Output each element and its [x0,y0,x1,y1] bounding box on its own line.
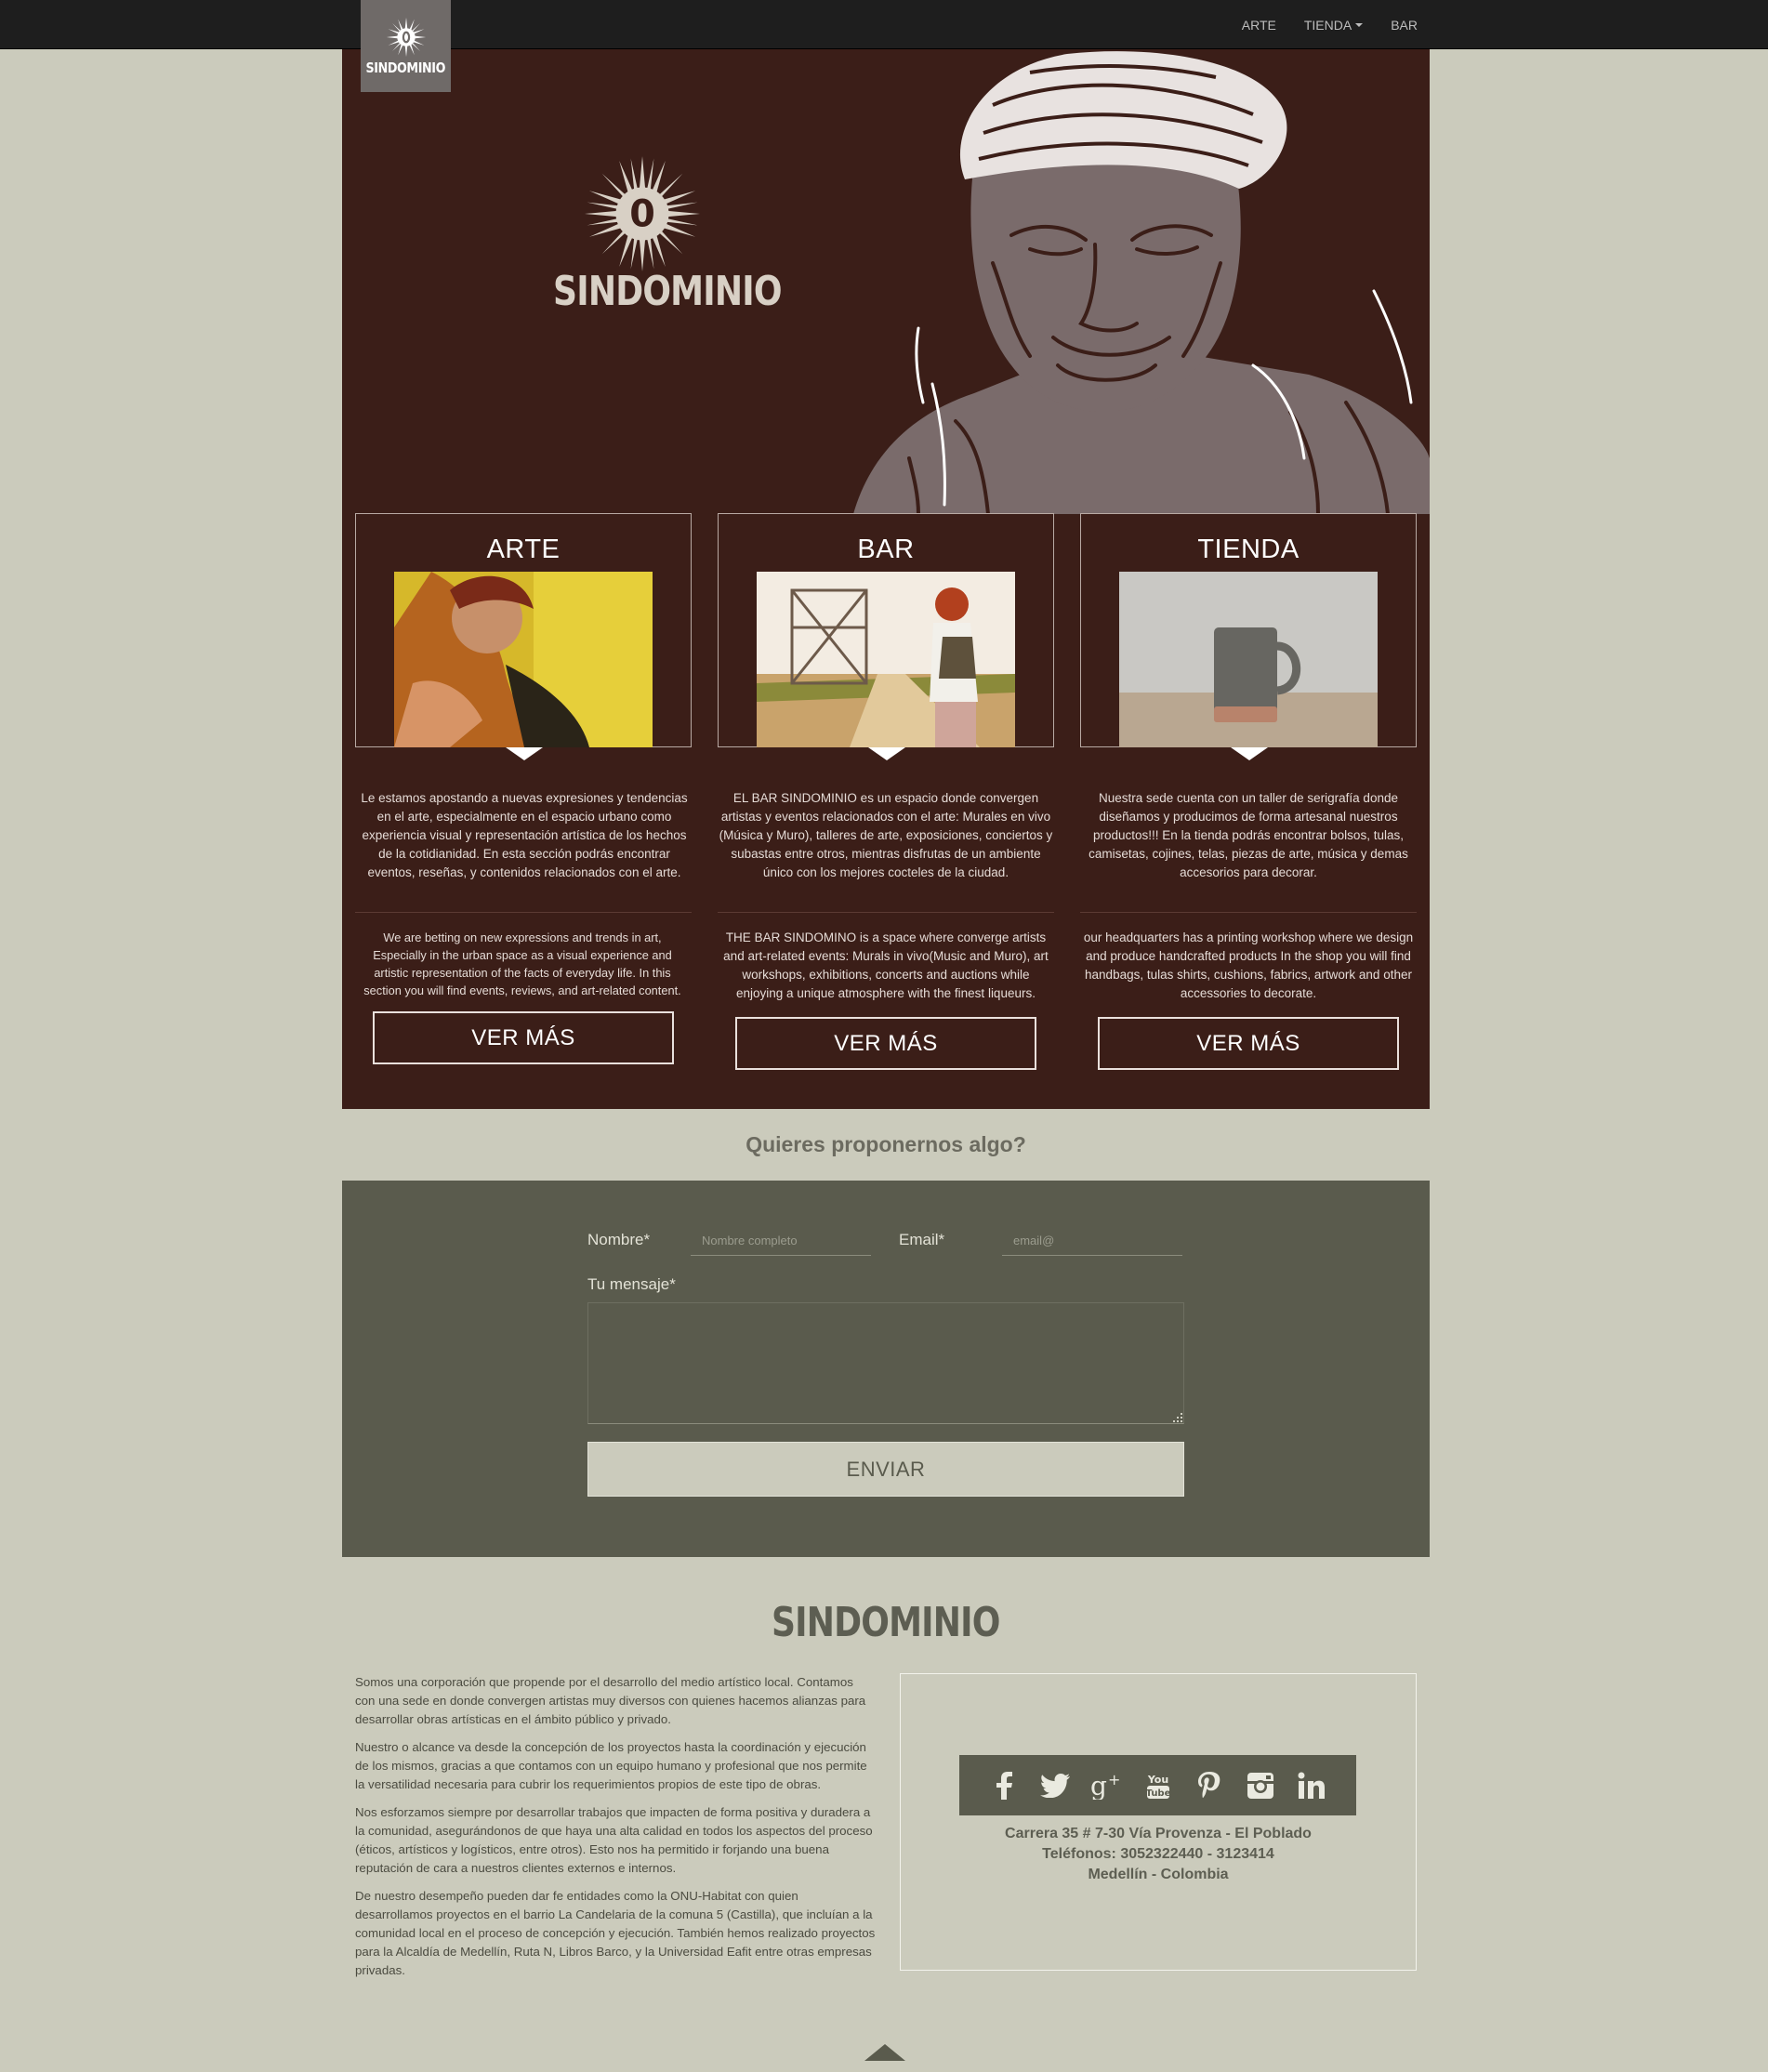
card-arte: ARTE [355,513,692,760]
divider [355,912,692,913]
card-title: ARTE [486,534,561,564]
address-line: Carrera 35 # 7-30 Vía Provenza - El Pobl… [1005,1826,1312,1841]
hero-brand-text: SINDOMINIO [553,268,782,315]
about-paragraph: De nuestro desempeño pueden dar fe entid… [355,1889,876,1977]
card-bar: BAR [718,513,1054,760]
google-plus-icon[interactable]: g + [1090,1770,1122,1801]
card-image-arte[interactable] [394,572,653,747]
card-tienda: TIENDA [1080,513,1417,760]
divider [718,912,1054,913]
painting-image [394,572,653,747]
divider [1080,912,1417,913]
svg-text:Tube: Tube [1145,1788,1170,1799]
city-line: Medellín - Colombia [1088,1867,1229,1882]
svg-text:g: g [1090,1772,1107,1800]
contact-form: Nombre* Email* Tu mensaje* ENVIAR [342,1181,1430,1557]
scroll-to-top-icon[interactable] [864,2044,905,2061]
nav-links: ARTE TIENDA BAR [1242,0,1418,49]
hero-logo: 0 SINDOMINIO [534,156,783,315]
phone-line: Teléfonos: 3052322440 - 3123414 [1042,1846,1274,1862]
tienda-ver-mas-button[interactable]: VER MÁS [1098,1017,1399,1070]
name-label: Nombre* [587,1231,651,1248]
twitter-icon[interactable] [1039,1770,1071,1801]
tienda-text-en: our headquarters has a printing workshop… [1083,930,1414,1000]
girl-road-image [757,572,1015,747]
nav-logo[interactable]: SINDOMINIO [361,0,451,92]
card-pointer [868,747,905,760]
message-label: Tu mensaje* [587,1275,676,1293]
footer-title: SINDOMINIO [342,1599,1430,1646]
submit-button[interactable]: ENVIAR [587,1442,1184,1497]
linkedin-icon[interactable] [1296,1770,1327,1801]
about-paragraph: Nuestro o alcance va desde la concepción… [355,1740,867,1791]
arte-text-en: We are betting on new expressions and tr… [363,930,681,997]
nav-brand-text: SINDOMINIO [365,59,446,76]
man-portrait-illustration [853,51,1430,514]
bar-text-en: THE BAR SINDOMINO is a space where conve… [723,930,1049,1000]
logo-mark: 0 [629,193,655,236]
top-navbar: SINDOMINIO ARTE TIENDA BAR [0,0,1768,92]
card-pointer [1231,747,1268,760]
social-bar: g + You Tube [959,1755,1356,1815]
about-text: Somos una corporación que propende por e… [355,1673,876,1989]
about-paragraph: Somos una corporación que propende por e… [355,1675,866,1726]
address-block: Carrera 35 # 7-30 Vía Provenza - El Pobl… [901,1824,1416,1885]
svg-text:+: + [1108,1772,1120,1788]
email-label: Email* [899,1231,945,1248]
bar-ver-mas-button[interactable]: VER MÁS [735,1017,1036,1070]
hero-section: 0 SINDOMINIO ARTE Le estamos apostando a… [342,49,1430,1109]
youtube-icon[interactable]: You Tube [1142,1770,1174,1801]
card-image-tienda[interactable] [1119,572,1378,747]
pinterest-icon[interactable] [1194,1770,1225,1801]
about-paragraph: Nos esforzamos siempre por desarrollar t… [355,1805,873,1875]
svg-text:You: You [1146,1774,1168,1786]
mug-image [1119,572,1378,747]
nav-link-bar[interactable]: BAR [1391,18,1418,33]
resize-grip-icon[interactable] [1173,1413,1182,1422]
name-input[interactable] [691,1226,871,1256]
card-title: TIENDA [1197,534,1300,564]
sun-logo-icon [386,17,426,57]
nav-link-arte[interactable]: ARTE [1242,18,1276,33]
facebook-icon[interactable] [988,1770,1020,1801]
card-image-bar[interactable] [757,572,1015,747]
email-input[interactable] [1002,1226,1182,1256]
card-pointer [506,747,543,760]
nav-link-tienda[interactable]: TIENDA [1303,17,1364,33]
arte-ver-mas-button[interactable]: VER MÁS [373,1011,674,1064]
bar-text-es: EL BAR SINDOMINIO es un espacio donde co… [719,791,1053,879]
instagram-icon[interactable] [1245,1770,1276,1801]
sun-logo-icon: 0 [585,156,700,271]
caret-down-icon [1355,22,1364,27]
nav-link-tienda-label: TIENDA [1303,17,1352,33]
tienda-text-es: Nuestra sede cuenta con un taller de ser… [1089,791,1408,879]
footer-brand: SINDOMINIO [772,1599,1000,1646]
arte-text-es: Le estamos apostando a nuevas expresione… [361,791,688,879]
message-textarea[interactable] [587,1302,1184,1424]
contact-heading: Quieres proponernos algo? [745,1132,1026,1156]
card-title: BAR [857,534,915,564]
contact-box: g + You Tube Carrera 35 # 7-30 Vía Provenz… [900,1673,1417,1971]
